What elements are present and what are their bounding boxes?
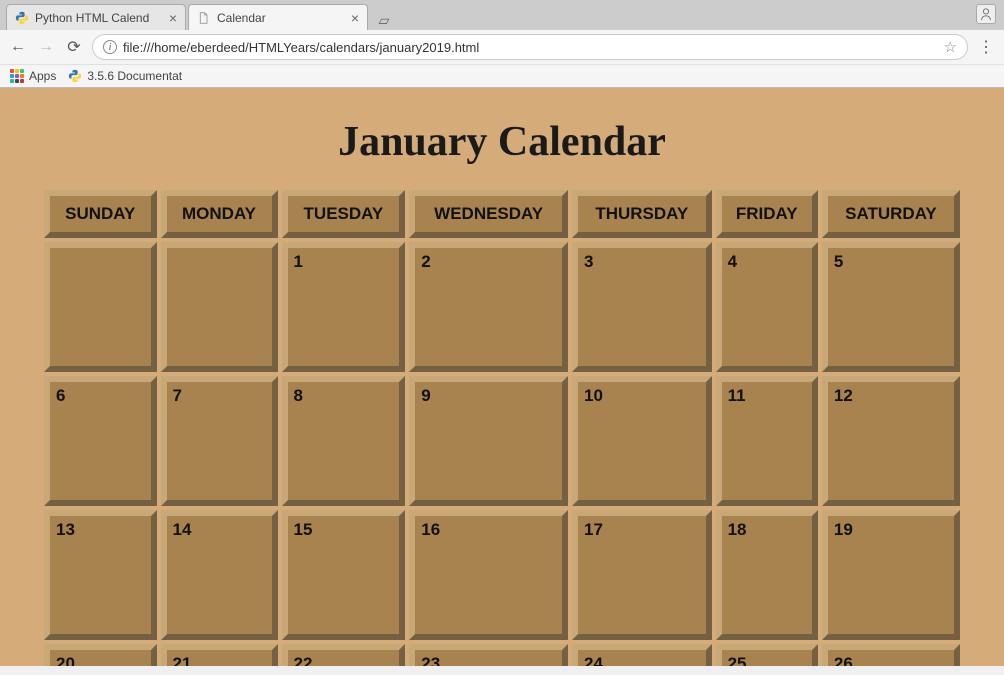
new-tab-button[interactable]: ▱	[374, 10, 394, 30]
close-icon[interactable]: ×	[351, 11, 359, 25]
calendar-day-cell[interactable]: 2	[409, 242, 568, 372]
bookmark-star-icon[interactable]: ☆	[944, 38, 957, 56]
bookmarks-bar: Apps 3.5.6 Documentat	[0, 64, 1004, 87]
calendar-row: 6789101112	[44, 376, 960, 506]
calendar-day-cell[interactable]: 11	[716, 376, 818, 506]
calendar-day-cell[interactable]: 3	[572, 242, 712, 372]
bookmark-label: 3.5.6 Documentat	[87, 69, 182, 83]
nav-bar: ← → ⟳ i file:///home/eberdeed/HTMLYears/…	[0, 30, 1004, 64]
forward-button[interactable]: →	[36, 37, 56, 57]
python-icon	[68, 69, 82, 83]
apps-label: Apps	[29, 69, 56, 83]
back-button[interactable]: ←	[8, 37, 28, 57]
calendar-blank-cell[interactable]	[161, 242, 278, 372]
menu-button[interactable]: ⋮	[976, 37, 996, 57]
calendar-day-cell[interactable]: 18	[716, 510, 818, 640]
calendar-row: 13141516171819	[44, 510, 960, 640]
calendar-day-cell[interactable]: 22	[282, 644, 406, 666]
header-wednesday: WEDNESDAY	[409, 190, 568, 238]
calendar-day-cell[interactable]: 21	[161, 644, 278, 666]
calendar-table: SUNDAY MONDAY TUESDAY WEDNESDAY THURSDAY…	[40, 186, 964, 666]
tab-python-html-calendar[interactable]: Python HTML Calend ×	[6, 4, 186, 30]
apps-shortcut[interactable]: Apps	[10, 69, 56, 83]
calendar-day-cell[interactable]: 20	[44, 644, 157, 666]
calendar-day-cell[interactable]: 25	[716, 644, 818, 666]
close-icon[interactable]: ×	[169, 11, 177, 25]
calendar-row: 12345	[44, 242, 960, 372]
bookmark-python-docs[interactable]: 3.5.6 Documentat	[68, 69, 182, 83]
tab-title: Python HTML Calend	[35, 11, 163, 25]
calendar-day-cell[interactable]: 4	[716, 242, 818, 372]
tab-calendar[interactable]: Calendar ×	[188, 4, 368, 30]
calendar-day-cell[interactable]: 14	[161, 510, 278, 640]
calendar-day-cell[interactable]: 19	[822, 510, 960, 640]
calendar-title: January Calendar	[40, 118, 964, 166]
calendar-row: 20212223242526	[44, 644, 960, 666]
file-icon	[197, 11, 211, 25]
tab-bar: Python HTML Calend × Calendar × ▱	[0, 0, 1004, 30]
header-tuesday: TUESDAY	[282, 190, 406, 238]
page-viewport[interactable]: January Calendar SUNDAY MONDAY TUESDAY W…	[0, 88, 1004, 666]
calendar-day-cell[interactable]: 17	[572, 510, 712, 640]
calendar-day-cell[interactable]: 23	[409, 644, 568, 666]
calendar-day-cell[interactable]: 10	[572, 376, 712, 506]
header-thursday: THURSDAY	[572, 190, 712, 238]
header-saturday: SATURDAY	[822, 190, 960, 238]
calendar-header-row: SUNDAY MONDAY TUESDAY WEDNESDAY THURSDAY…	[44, 190, 960, 238]
reload-button[interactable]: ⟳	[64, 37, 84, 57]
apps-grid-icon	[10, 69, 24, 83]
calendar-day-cell[interactable]: 26	[822, 644, 960, 666]
calendar-day-cell[interactable]: 5	[822, 242, 960, 372]
user-menu-icon[interactable]	[976, 4, 996, 24]
url-text: file:///home/eberdeed/HTMLYears/calendar…	[123, 40, 938, 55]
header-friday: FRIDAY	[716, 190, 818, 238]
calendar-day-cell[interactable]: 1	[282, 242, 406, 372]
calendar-day-cell[interactable]: 12	[822, 376, 960, 506]
python-icon	[15, 11, 29, 25]
header-monday: MONDAY	[161, 190, 278, 238]
tab-title: Calendar	[217, 11, 345, 25]
calendar-day-cell[interactable]: 24	[572, 644, 712, 666]
calendar-day-cell[interactable]: 8	[282, 376, 406, 506]
calendar-day-cell[interactable]: 13	[44, 510, 157, 640]
calendar-blank-cell[interactable]	[44, 242, 157, 372]
header-sunday: SUNDAY	[44, 190, 157, 238]
browser-chrome: Python HTML Calend × Calendar × ▱ ← → ⟳ …	[0, 0, 1004, 88]
info-icon[interactable]: i	[103, 40, 117, 54]
calendar-page: January Calendar SUNDAY MONDAY TUESDAY W…	[0, 88, 1004, 666]
calendar-day-cell[interactable]: 6	[44, 376, 157, 506]
calendar-day-cell[interactable]: 15	[282, 510, 406, 640]
calendar-day-cell[interactable]: 7	[161, 376, 278, 506]
calendar-day-cell[interactable]: 16	[409, 510, 568, 640]
url-bar[interactable]: i file:///home/eberdeed/HTMLYears/calend…	[92, 34, 968, 60]
calendar-day-cell[interactable]: 9	[409, 376, 568, 506]
